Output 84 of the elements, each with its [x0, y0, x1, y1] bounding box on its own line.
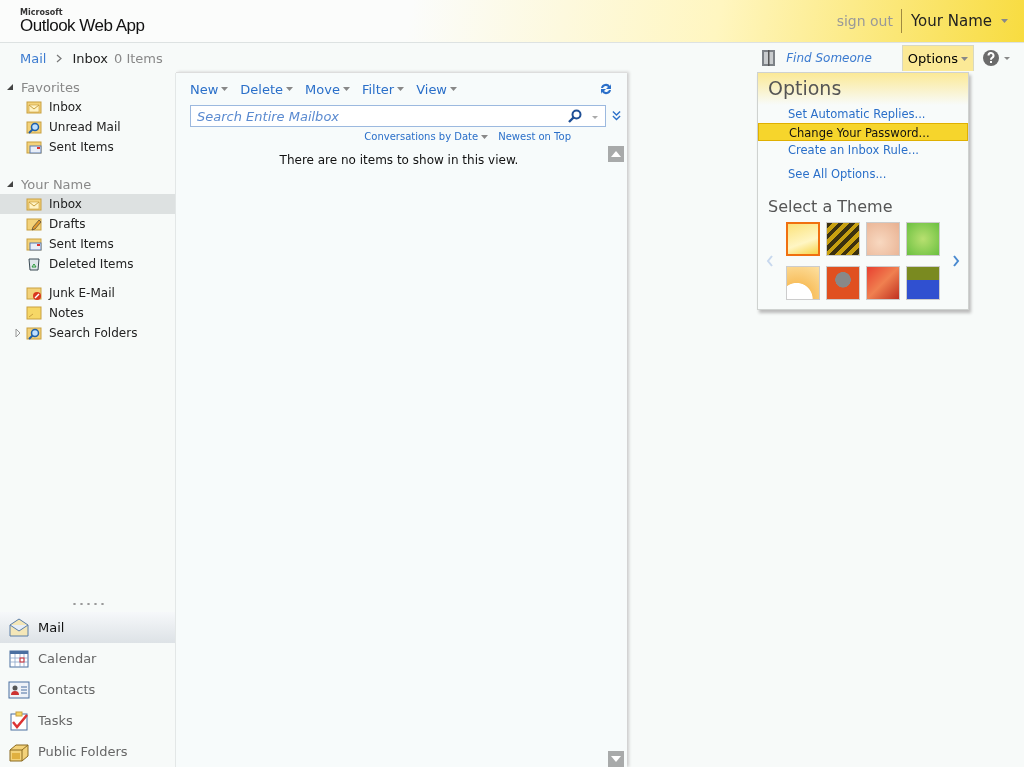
toolbar-menu-button[interactable]: Filter	[361, 81, 405, 97]
envelope-folder-icon	[26, 196, 42, 212]
note-icon	[26, 305, 42, 321]
toolbar-menu-button[interactable]: View	[416, 81, 457, 97]
trash-can-icon	[26, 256, 42, 272]
collapse-arrow-icon[interactable]	[6, 180, 14, 188]
theme-thumbnail[interactable]	[906, 222, 940, 256]
nav-button[interactable]: Contacts	[0, 674, 175, 705]
caret-icon	[450, 87, 457, 91]
contact-card-icon	[8, 678, 30, 701]
chevron-icon	[56, 53, 63, 63]
envelope-folder-icon	[26, 99, 42, 115]
section-header[interactable]: Favorites	[21, 79, 80, 95]
envelope-icon	[8, 616, 30, 639]
scroll-down-button[interactable]	[608, 751, 624, 767]
folder-item[interactable]: Unread Mail	[0, 117, 175, 137]
theme-thumbnail[interactable]	[826, 222, 860, 256]
caret-icon	[342, 87, 350, 91]
user-name-menu[interactable]: Your Name	[901, 12, 1012, 30]
find-someone-link[interactable]: Find Someone	[786, 51, 872, 65]
caret-icon	[221, 87, 229, 91]
folder-item[interactable]: Sent Items	[0, 234, 175, 254]
folder-item[interactable]: Search Folders	[0, 323, 175, 343]
theme-thumbnail[interactable]	[826, 266, 860, 300]
collapse-arrow-icon[interactable]	[6, 83, 14, 91]
caret-icon	[481, 134, 489, 139]
calendar-icon	[8, 647, 30, 670]
folder-letter-icon	[26, 139, 42, 155]
menu-item[interactable]: See All Options...	[758, 165, 968, 183]
up-triangle-icon	[611, 151, 621, 157]
down-triangle-icon	[611, 756, 621, 762]
clipboard-check-icon	[8, 709, 30, 732]
nav-button[interactable]: Mail	[0, 612, 175, 643]
magnifier-folder-icon	[26, 119, 42, 135]
theme-thumbnail[interactable]	[786, 222, 820, 256]
toolbar-menu-button[interactable]: Move	[305, 81, 350, 97]
magnifier-folder-icon	[26, 325, 42, 341]
search-icon[interactable]	[568, 109, 582, 123]
theme-thumbnail[interactable]	[866, 222, 900, 256]
folder-item[interactable]: Notes	[0, 303, 175, 323]
breadcrumb-link[interactable]: Mail	[20, 50, 47, 66]
help-icon[interactable]	[982, 48, 1012, 68]
theme-thumbnail[interactable]	[786, 266, 820, 300]
theme-thumbnail[interactable]	[906, 266, 940, 300]
caret-icon	[961, 56, 968, 61]
brand-small-text: Microsoft	[20, 8, 64, 17]
menu-item[interactable]: Change Your Password...	[758, 123, 968, 141]
caret-icon	[397, 87, 405, 91]
app-logo: Outlook Web App	[20, 16, 145, 34]
folder-item[interactable]: Sent Items	[0, 137, 175, 157]
nav-button[interactable]: Public Folders	[0, 736, 175, 767]
folder-item[interactable]: Inbox	[0, 97, 175, 117]
menu-item[interactable]: Create an Inbox Rule...	[758, 141, 968, 159]
scroll-up-button[interactable]	[608, 146, 624, 162]
menu-item[interactable]: Set Automatic Replies...	[758, 105, 968, 123]
resize-grip[interactable]	[70, 602, 105, 606]
theme-thumbnail[interactable]	[866, 266, 900, 300]
theme-heading: Select a Theme	[767, 196, 894, 218]
refresh-icon[interactable]	[599, 82, 613, 96]
expand-icon[interactable]	[612, 110, 621, 122]
pencil-folder-icon	[26, 216, 42, 232]
arrange-by-menu[interactable]: Conversations by Date	[364, 131, 489, 142]
caret-icon	[1001, 19, 1008, 23]
sort-order-button[interactable]: Newest on Top	[498, 131, 571, 142]
toolbar-menu-button[interactable]: Delete	[240, 81, 294, 97]
caret-icon	[286, 87, 294, 91]
dropdown-arrow-icon[interactable]	[591, 113, 599, 121]
item-count: 0 Items	[114, 50, 163, 66]
toolbar-menu-button[interactable]: New	[190, 81, 229, 97]
section-header[interactable]: Your Name	[21, 176, 92, 192]
options-menu-button[interactable]: Options	[901, 45, 974, 71]
menu-title: Options	[758, 73, 968, 105]
breadcrumb-current: Inbox	[72, 50, 108, 66]
folder-item[interactable]: Inbox	[0, 194, 175, 214]
nav-button[interactable]: Tasks	[0, 705, 175, 736]
blocked-folder-icon	[26, 285, 42, 301]
empty-message: There are no items to show in this view.	[278, 153, 520, 169]
folder-item[interactable]: Junk E-Mail	[0, 283, 175, 303]
expand-arrow-icon[interactable]	[14, 329, 22, 337]
nav-button[interactable]: Calendar	[0, 643, 175, 674]
folder-letter-icon	[26, 236, 42, 252]
folder-item[interactable]: Deleted Items	[0, 254, 175, 274]
search-field[interactable]: Search Entire Mailbox	[190, 105, 606, 127]
folder-item[interactable]: Drafts	[0, 214, 175, 234]
